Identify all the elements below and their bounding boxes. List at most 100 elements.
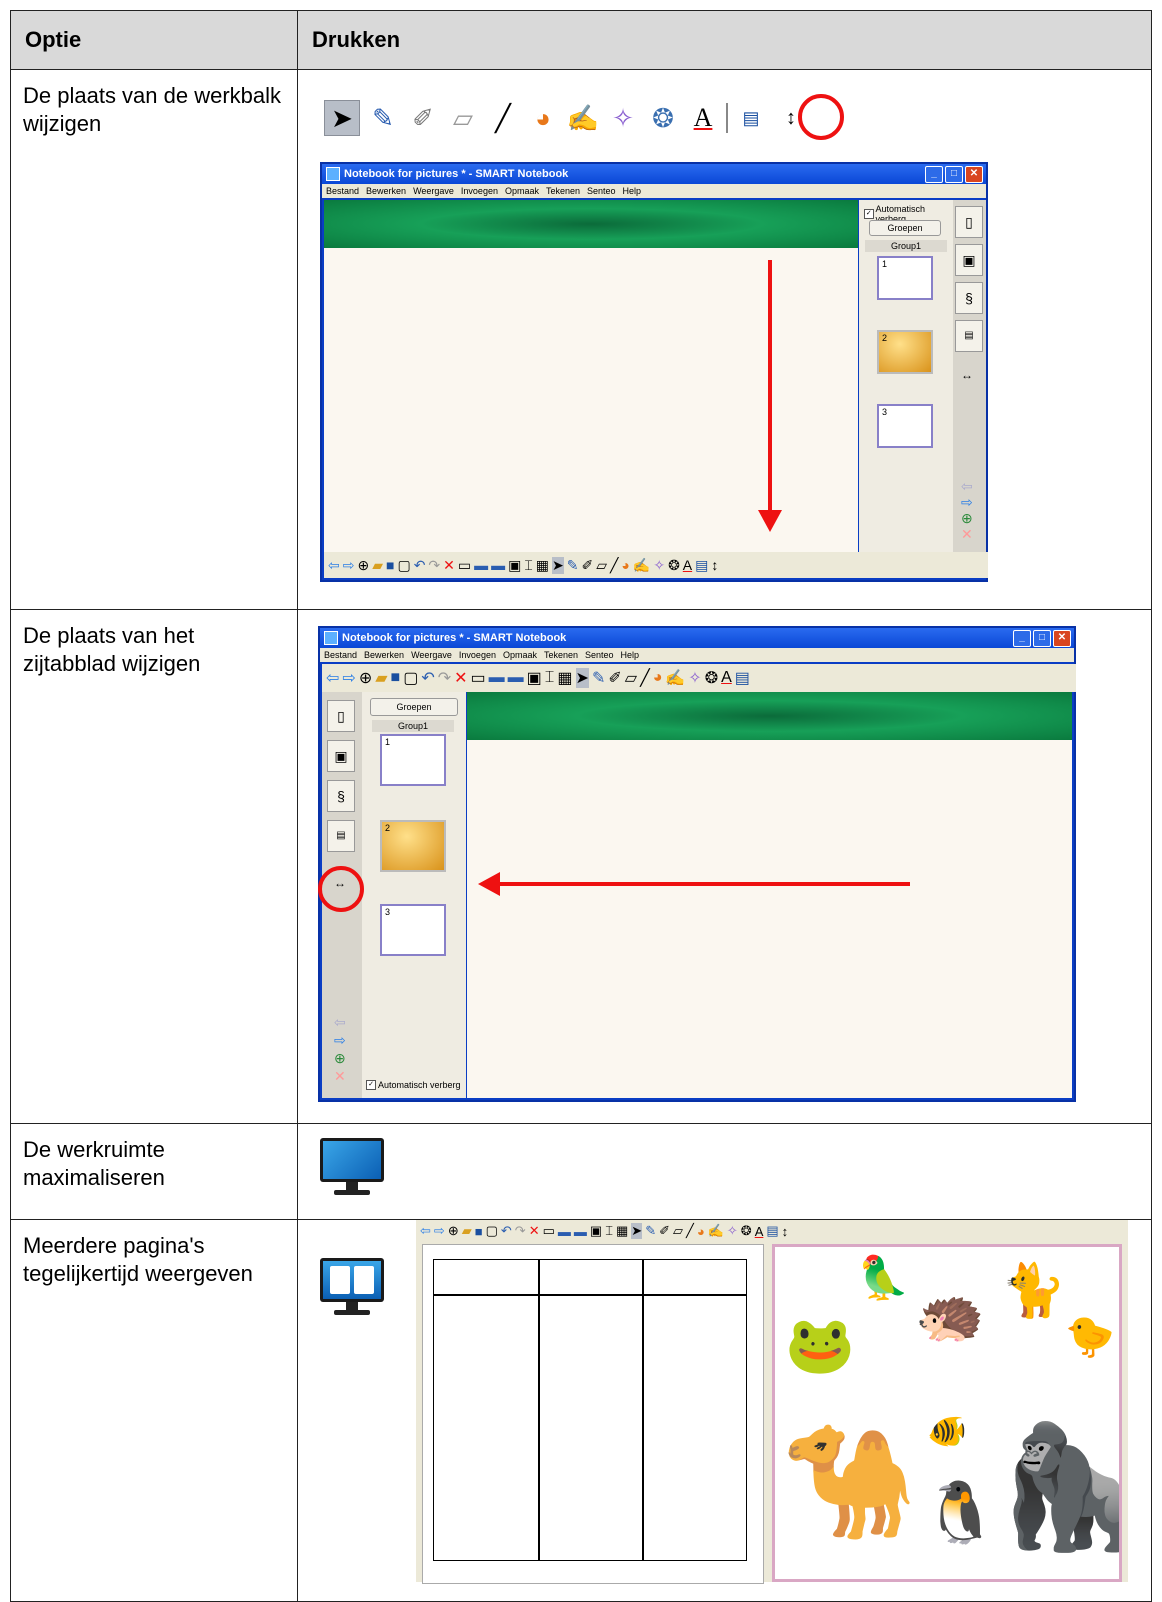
menu-help[interactable]: Help <box>621 650 640 660</box>
menu-invoegen[interactable]: Invoegen <box>459 650 496 660</box>
dual-page-icon[interactable]: ▬ <box>491 557 505 573</box>
attachments-tab-icon[interactable]: § <box>327 780 355 812</box>
back-arrow-icon[interactable]: ⇦ <box>334 1014 346 1031</box>
add-page-icon[interactable]: ⊕ <box>357 557 369 574</box>
magic-pen-icon[interactable]: ✍ <box>708 1223 724 1239</box>
redo-icon[interactable]: ↷ <box>438 668 451 688</box>
fullscreen-icon[interactable]: ▬ <box>489 669 505 687</box>
shapes-icon[interactable]: ◕ <box>653 669 663 687</box>
add-page-icon[interactable]: ⊕ <box>961 510 973 527</box>
page-thumbnail-3[interactable]: 3 <box>380 904 446 956</box>
magic-wand-icon[interactable]: ✧ <box>653 557 665 574</box>
menu-tekenen[interactable]: Tekenen <box>546 186 580 196</box>
properties-icon[interactable]: ▤ <box>734 101 768 135</box>
doc-camera-icon[interactable]: ⌶ <box>545 669 555 687</box>
shapes-icon[interactable]: ◕ <box>621 557 629 573</box>
forward-arrow-icon[interactable]: ⇨ <box>961 494 973 511</box>
line-icon[interactable]: ╱ <box>686 1223 694 1239</box>
add-page-icon[interactable]: ⊕ <box>359 668 372 688</box>
close-button[interactable]: ✕ <box>1053 629 1071 647</box>
open-icon[interactable]: ▰ <box>372 557 383 574</box>
magic-wand-icon[interactable]: ✧ <box>727 1223 738 1239</box>
eraser-icon[interactable]: ▱ <box>673 1223 683 1239</box>
menu-opmaak[interactable]: Opmaak <box>503 650 537 660</box>
undo-icon[interactable]: ↶ <box>414 557 426 574</box>
eraser-icon[interactable]: ▱ <box>625 668 637 688</box>
shapes-icon[interactable]: ◕ <box>697 1224 705 1239</box>
fill-icon[interactable]: ❂ <box>741 1223 752 1239</box>
text-icon[interactable]: A <box>721 669 732 687</box>
attachments-tab-icon[interactable]: § <box>955 282 983 314</box>
capture-icon[interactable]: ▣ <box>508 557 521 574</box>
magic-pen-icon[interactable]: ✍ <box>633 557 650 574</box>
capture-icon[interactable]: ▣ <box>527 668 542 688</box>
page-thumbnail-1[interactable]: 1 <box>380 734 446 786</box>
table-icon[interactable]: ▦ <box>536 557 549 574</box>
table-icon[interactable]: ▦ <box>557 668 572 688</box>
dual-page-icon[interactable]: ▬ <box>574 1224 587 1239</box>
redo-icon[interactable]: ↷ <box>515 1223 526 1239</box>
screen-shade-icon[interactable]: ▭ <box>471 668 486 688</box>
parrot-image[interactable]: 🦜 <box>857 1257 909 1299</box>
redo-icon[interactable]: ↷ <box>428 557 440 574</box>
menu-tekenen[interactable]: Tekenen <box>544 650 578 660</box>
page-area[interactable] <box>467 692 1072 1098</box>
forward-icon[interactable]: ⇨ <box>434 1223 445 1239</box>
left-page[interactable] <box>422 1244 764 1584</box>
pen-icon[interactable]: ✎ <box>567 557 579 574</box>
delete-icon[interactable]: ✕ <box>454 668 467 688</box>
creative-pen-icon[interactable]: ✐ <box>581 557 593 574</box>
fullscreen-monitor-icon[interactable] <box>320 1138 384 1202</box>
maximize-button[interactable]: □ <box>945 165 963 183</box>
forward-icon[interactable]: ⇨ <box>342 668 355 688</box>
line-icon[interactable]: ╱ <box>640 668 650 688</box>
gallery-tab-icon[interactable]: ▣ <box>955 244 983 276</box>
text-icon[interactable]: A <box>686 101 720 135</box>
menu-help[interactable]: Help <box>623 186 642 196</box>
fill-icon[interactable]: ❂ <box>646 101 680 135</box>
doc-camera-icon[interactable]: ⌶ <box>605 1223 613 1239</box>
fullscreen-icon[interactable]: ▬ <box>558 1224 571 1239</box>
open-icon[interactable]: ▰ <box>462 1223 472 1239</box>
screen-shade-icon[interactable]: ▭ <box>543 1223 555 1239</box>
fill-icon[interactable]: ❂ <box>705 668 718 688</box>
select-icon[interactable]: ➤ <box>324 100 360 136</box>
forward-icon[interactable]: ⇨ <box>343 557 355 574</box>
doc-camera-icon[interactable]: ⌶ <box>524 557 532 574</box>
page-area[interactable] <box>324 200 858 552</box>
line-icon[interactable]: ╱ <box>486 101 520 135</box>
penguin-image[interactable]: 🐧 <box>923 1483 998 1543</box>
groups-button[interactable]: Groepen <box>370 698 458 716</box>
line-icon[interactable]: ╱ <box>610 557 618 574</box>
menu-bewerken[interactable]: Bewerken <box>366 186 406 196</box>
select-icon[interactable]: ➤ <box>631 1223 643 1239</box>
move-toolbar-icon[interactable]: ↕ <box>711 557 718 573</box>
open-icon[interactable]: ▰ <box>375 668 387 688</box>
menu-senteo[interactable]: Senteo <box>585 650 614 660</box>
camel-image[interactable]: 🐪 <box>781 1427 918 1537</box>
table-icon[interactable]: ▦ <box>616 1223 628 1239</box>
undo-icon[interactable]: ↶ <box>501 1223 512 1239</box>
properties-icon[interactable]: ▤ <box>735 668 750 688</box>
creative-pen-icon[interactable]: ✐ <box>608 668 621 688</box>
pen-icon[interactable]: ✎ <box>645 1223 656 1239</box>
delete-icon[interactable]: ✕ <box>529 1223 540 1239</box>
gallery-tab-icon[interactable]: ▣ <box>327 740 355 772</box>
groups-button[interactable]: Groepen <box>869 220 941 236</box>
page-thumbnail-2[interactable]: 2 <box>380 820 446 872</box>
text-icon[interactable]: A <box>755 1224 764 1239</box>
move-toolbar-icon[interactable]: ↕ <box>782 1224 789 1239</box>
fill-icon[interactable]: ❂ <box>668 557 680 574</box>
right-page[interactable]: 🐸 🦜 🦔 🐈 🐤 🐪 🐠 🐧 🦍 <box>772 1244 1122 1582</box>
minimize-button[interactable]: _ <box>1013 629 1031 647</box>
forward-arrow-icon[interactable]: ⇨ <box>334 1032 346 1049</box>
page-thumbnail-2[interactable]: 2 <box>877 330 933 374</box>
magic-pen-icon[interactable]: ✍ <box>566 101 600 135</box>
menu-senteo[interactable]: Senteo <box>587 186 616 196</box>
properties-tab-icon[interactable]: ▤ <box>327 820 355 852</box>
save-icon[interactable]: ■ <box>386 557 394 573</box>
move-sidebar-icon[interactable]: ↔ <box>961 368 973 382</box>
page-thumbnail-3[interactable]: 3 <box>877 404 933 448</box>
capture-icon[interactable]: ▣ <box>590 1223 602 1239</box>
select-icon[interactable]: ➤ <box>575 668 589 688</box>
